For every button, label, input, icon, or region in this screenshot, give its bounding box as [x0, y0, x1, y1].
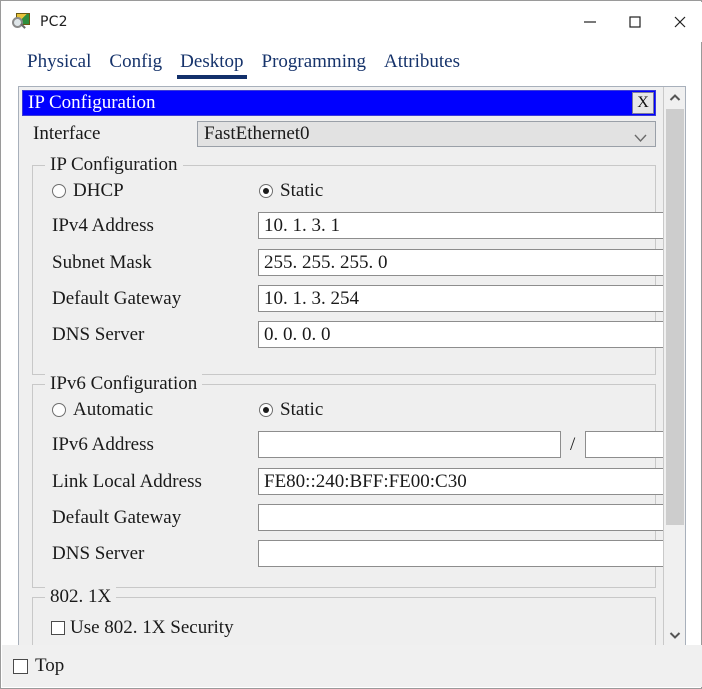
- ipv4-mode-row: DHCP Static: [33, 180, 655, 206]
- use-dot1x-security-label: Use 802. 1X Security: [70, 617, 234, 638]
- radio-ipv6-static-indicator: [259, 403, 273, 417]
- chevron-up-icon[interactable]: [664, 87, 685, 108]
- interface-label: Interface: [33, 123, 101, 144]
- use-dot1x-security-checkbox[interactable]: Use 802. 1X Security: [51, 617, 234, 639]
- tab-programming[interactable]: Programming: [253, 49, 376, 81]
- ipv6-dns-server-label: DNS Server: [52, 543, 145, 564]
- ipv6-mode-row: Automatic Static: [33, 399, 655, 425]
- ipv6-dns-server-row: DNS Server: [33, 540, 663, 570]
- close-icon[interactable]: [657, 2, 702, 42]
- ipv4-address-input[interactable]: 10. 1. 3. 1: [258, 212, 663, 239]
- ipv6-dns-server-input[interactable]: [258, 540, 663, 567]
- dot1x-group-label: 802. 1X: [45, 586, 117, 608]
- maximize-icon[interactable]: [612, 2, 657, 42]
- ipv6-prefix-separator: /: [570, 434, 576, 455]
- ipv4-dns-server-row: DNS Server 0. 0. 0. 0: [33, 321, 663, 351]
- ipv6-default-gateway-label: Default Gateway: [52, 507, 182, 528]
- ipv6-group-label: IPv6 Configuration: [45, 373, 203, 395]
- radio-ipv4-static[interactable]: Static: [259, 180, 323, 202]
- desktop-content-frame: IP Configuration X Interface FastEtherne…: [18, 86, 686, 646]
- window-controls: [567, 2, 702, 42]
- tab-bar: Physical Config Desktop Programming Attr…: [18, 49, 598, 82]
- interface-select[interactable]: FastEthernet0: [197, 121, 656, 147]
- ipv4-configuration-group: IP Configuration DHCP Static IPv4 Addres…: [32, 154, 663, 375]
- ip-configuration-scroll-area: IP Configuration X Interface FastEtherne…: [19, 87, 663, 645]
- radio-ipv6-static-label: Static: [280, 399, 324, 420]
- window-title: PC2: [40, 14, 68, 30]
- minimize-icon[interactable]: [567, 2, 612, 42]
- panel-title: IP Configuration: [28, 92, 156, 113]
- ipv4-default-gateway-row: Default Gateway 10. 1. 3. 254: [33, 285, 663, 315]
- tab-physical[interactable]: Physical: [18, 49, 100, 81]
- top-checkbox[interactable]: Top: [13, 655, 64, 677]
- interface-row: Interface FastEthernet0: [22, 121, 656, 149]
- chevron-down-icon: [634, 130, 647, 148]
- ip-configuration-title-bar: IP Configuration X: [22, 90, 656, 116]
- ipv6-address-row: IPv6 Address /: [33, 431, 663, 461]
- tab-desktop[interactable]: Desktop: [171, 49, 252, 81]
- chevron-down-icon[interactable]: [664, 624, 685, 645]
- link-local-address-label: Link Local Address: [52, 471, 202, 492]
- radio-automatic[interactable]: Automatic: [52, 399, 153, 421]
- ipv4-address-label: IPv4 Address: [52, 215, 154, 236]
- ipv4-dns-server-label: DNS Server: [52, 324, 145, 345]
- radio-ipv4-static-indicator: [259, 184, 273, 198]
- window-bottom-bar: Top: [2, 645, 702, 687]
- ipv4-default-gateway-input[interactable]: 10. 1. 3. 254: [258, 285, 663, 312]
- checkbox-indicator: [51, 621, 65, 635]
- ipv4-group-label: IP Configuration: [45, 154, 183, 176]
- scroll-thumb[interactable]: [666, 109, 684, 525]
- top-checkbox-label: Top: [35, 655, 65, 676]
- panel-close-button[interactable]: X: [632, 92, 654, 114]
- vertical-scrollbar[interactable]: [663, 87, 685, 645]
- tab-attributes[interactable]: Attributes: [375, 49, 469, 81]
- subnet-mask-label: Subnet Mask: [52, 252, 152, 273]
- dot1x-group: 802. 1X Use 802. 1X Security: [32, 586, 656, 645]
- pc-magnifier-icon: [12, 12, 32, 32]
- ipv6-default-gateway-input[interactable]: [258, 504, 663, 531]
- ipv6-configuration-group: IPv6 Configuration Automatic Static IPv6…: [32, 373, 663, 588]
- radio-dhcp[interactable]: DHCP: [52, 180, 124, 202]
- ipv6-default-gateway-row: Default Gateway: [33, 504, 663, 534]
- ipv4-dns-server-input[interactable]: 0. 0. 0. 0: [258, 321, 663, 348]
- ipv4-default-gateway-label: Default Gateway: [52, 288, 182, 309]
- link-local-address-input[interactable]: FE80::240:BFF:FE00:C30: [258, 468, 663, 495]
- ipv6-prefix-length-input[interactable]: [585, 431, 663, 458]
- radio-dhcp-label: DHCP: [73, 180, 124, 201]
- tab-config[interactable]: Config: [100, 49, 171, 81]
- device-window: PC2 Physical Config Desktop Programming …: [0, 0, 702, 689]
- ipv4-address-row: IPv4 Address 10. 1. 3. 1: [33, 212, 663, 242]
- subnet-mask-row: Subnet Mask 255. 255. 255. 0: [33, 249, 663, 279]
- interface-selected-value: FastEthernet0: [204, 123, 310, 144]
- checkbox-indicator: [13, 658, 28, 674]
- subnet-mask-input[interactable]: 255. 255. 255. 0: [258, 249, 663, 276]
- radio-automatic-indicator: [52, 403, 66, 417]
- radio-dhcp-indicator: [52, 184, 66, 198]
- link-local-address-row: Link Local Address FE80::240:BFF:FE00:C3…: [33, 468, 663, 498]
- radio-automatic-label: Automatic: [73, 399, 154, 420]
- window-titlebar: PC2: [2, 2, 702, 42]
- radio-ipv4-static-label: Static: [280, 180, 324, 201]
- ipv6-address-input[interactable]: [258, 431, 561, 458]
- ipv6-address-label: IPv6 Address: [52, 434, 154, 455]
- radio-ipv6-static[interactable]: Static: [259, 399, 323, 421]
